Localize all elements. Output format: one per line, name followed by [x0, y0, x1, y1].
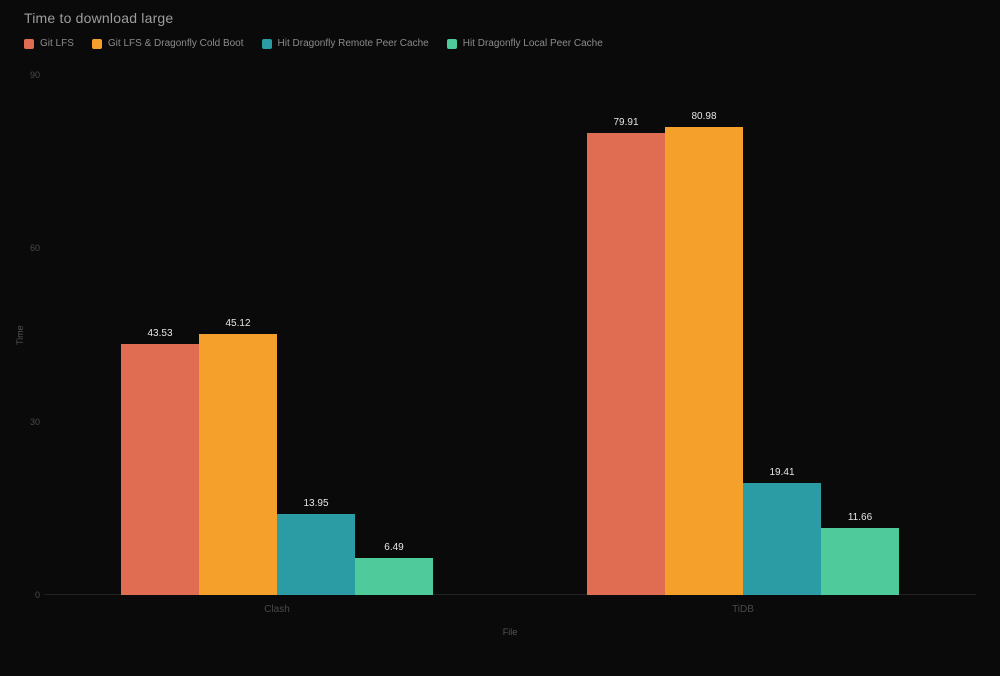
bar-value-1-0: 79.91: [613, 117, 638, 128]
chart-container: Time to download large Git LFS Git LFS &…: [0, 0, 1000, 676]
bar-0-3: 6.49: [355, 558, 433, 595]
plot-area: 43.53 45.12 13.95 6.49 Clash 79.91: [44, 75, 976, 595]
legend: Git LFS Git LFS & Dragonfly Cold Boot Hi…: [24, 38, 603, 49]
legend-item-3: Hit Dragonfly Local Peer Cache: [447, 38, 603, 49]
legend-label-0: Git LFS: [40, 38, 74, 49]
legend-swatch-2: [262, 39, 272, 49]
chart-title: Time to download large: [24, 10, 173, 26]
ytick-2: 30: [30, 417, 40, 427]
bar-value-1-3: 11.66: [848, 512, 872, 523]
x-axis-label: File: [503, 627, 518, 637]
bar-value-0-2: 13.95: [303, 498, 328, 509]
legend-swatch-1: [92, 39, 102, 49]
bar-group-1: 79.91 80.98 19.41 11.66 TiDB: [510, 75, 976, 595]
bar-value-1-1: 80.98: [691, 111, 716, 122]
category-label-0: Clash: [264, 604, 290, 615]
bar-0-1: 45.12: [199, 334, 277, 595]
legend-label-3: Hit Dragonfly Local Peer Cache: [463, 38, 603, 49]
y-axis-label: Time: [15, 325, 25, 345]
bar-value-1-2: 19.41: [769, 467, 794, 478]
bar-1-3: 11.66: [821, 528, 899, 595]
ytick-3: 0: [35, 590, 40, 600]
bar-0-0: 43.53: [121, 344, 199, 596]
legend-label-2: Hit Dragonfly Remote Peer Cache: [278, 38, 429, 49]
bar-value-0-3: 6.49: [384, 542, 403, 553]
bar-1-2: 19.41: [743, 483, 821, 595]
bar-group-0: 43.53 45.12 13.95 6.49 Clash: [44, 75, 510, 595]
ytick-1: 60: [30, 243, 40, 253]
category-label-1: TiDB: [732, 604, 754, 615]
bar-groups: 43.53 45.12 13.95 6.49 Clash 79.91: [44, 75, 976, 595]
plot: Time 90 60 30 0 43.53 45.12 13.95: [44, 65, 976, 615]
legend-label-1: Git LFS & Dragonfly Cold Boot: [108, 38, 244, 49]
legend-swatch-0: [24, 39, 34, 49]
bar-value-0-0: 43.53: [147, 328, 172, 339]
bar-0-2: 13.95: [277, 514, 355, 595]
bar-1-1: 80.98: [665, 127, 743, 595]
ytick-0: 90: [30, 70, 40, 80]
legend-item-2: Hit Dragonfly Remote Peer Cache: [262, 38, 429, 49]
legend-item-0: Git LFS: [24, 38, 74, 49]
legend-item-1: Git LFS & Dragonfly Cold Boot: [92, 38, 244, 49]
legend-swatch-3: [447, 39, 457, 49]
y-axis: 90 60 30 0: [26, 65, 44, 615]
bar-1-0: 79.91: [587, 133, 665, 595]
bar-value-0-1: 45.12: [225, 318, 250, 329]
